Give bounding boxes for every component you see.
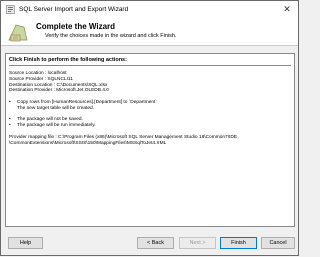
mapping-file-line2: \CommonExtensions\Microsoft\SSIS\150\Map… (9, 140, 167, 146)
wizard-icon (7, 21, 29, 43)
summary-panel[interactable]: Click Finish to perform the following ac… (5, 53, 295, 227)
close-button[interactable]: ✕ (276, 1, 298, 18)
app-icon (5, 5, 15, 15)
bullet-icon: • (9, 123, 11, 129)
finish-button[interactable]: Finish (220, 237, 257, 249)
window-title: SQL Server Import and Export Wizard (19, 6, 129, 13)
page-title: Complete the Wizard (36, 22, 116, 31)
help-button[interactable]: Help (8, 237, 43, 249)
next-button[interactable]: Next > (179, 237, 216, 249)
instruction-text: Click Finish to perform the following ac… (9, 57, 291, 66)
title-bar[interactable]: SQL Server Import and Export Wizard ✕ (1, 1, 298, 18)
wizard-window: SQL Server Import and Export Wizard ✕ Co… (0, 0, 299, 256)
bullet-icon: • (9, 99, 11, 105)
action-copy-rows: • Copy rows from [HumanResources].[Depar… (9, 99, 157, 105)
wizard-header: Complete the Wizard Verify the choices m… (1, 18, 298, 46)
cancel-button[interactable]: Cancel (261, 237, 295, 249)
summary-text: Source Location : localhost Source Provi… (9, 71, 291, 146)
button-bar: Help < Back Next > Finish Cancel (1, 231, 298, 257)
back-button[interactable]: < Back (137, 237, 174, 249)
page-subtitle: Verify the choices made in the wizard an… (45, 33, 177, 39)
close-icon: ✕ (283, 4, 291, 14)
action-run-immediately: • The package will be run immediately. (9, 123, 96, 129)
